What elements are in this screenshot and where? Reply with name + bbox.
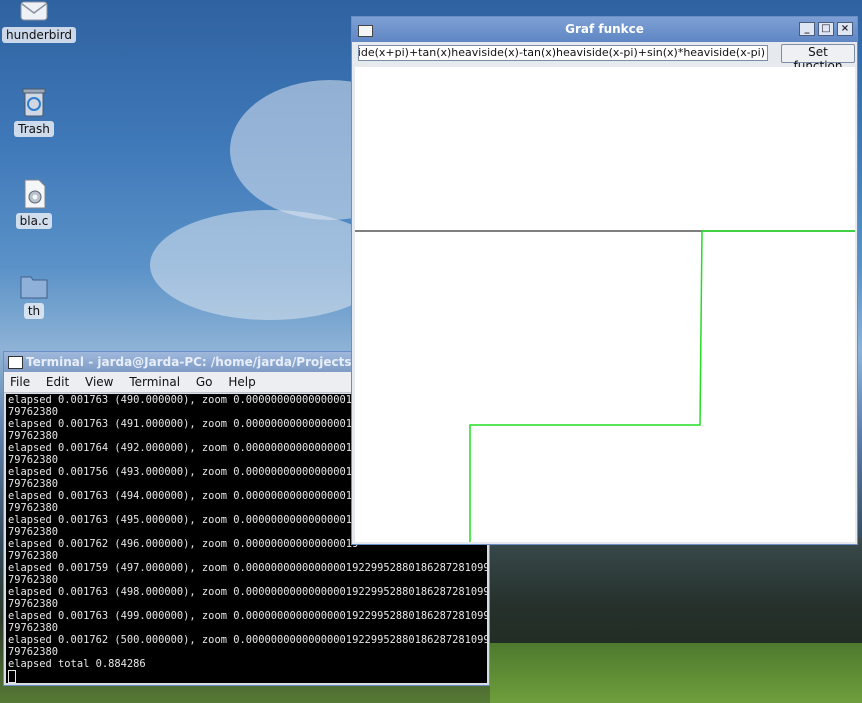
desktop-icon-trash[interactable]: Trash xyxy=(2,86,66,137)
desktop-icon-label: bla.c xyxy=(15,213,53,229)
maximize-icon[interactable]: □ xyxy=(818,22,834,36)
terminal-prompt[interactable] xyxy=(8,670,485,683)
terminal-line: elapsed 0.001759 (497.000000), zoom 0.00… xyxy=(8,562,487,574)
desktop-icon-label: th xyxy=(23,303,45,319)
menu-go[interactable]: Go xyxy=(190,372,219,392)
menu-help[interactable]: Help xyxy=(222,372,261,392)
desktop-icon-thunderbird[interactable]: hunderbird xyxy=(2,0,77,43)
graph-window[interactable]: Graf funkce _ □ × side(x+pi)+tan(x)heavi… xyxy=(351,16,858,545)
minimize-icon[interactable]: _ xyxy=(799,22,815,36)
terminal-window-icon xyxy=(8,356,23,369)
trash-icon xyxy=(22,88,46,117)
function-toolbar: side(x+pi)+tan(x)heaviside(x)-tan(x)heav… xyxy=(354,43,855,73)
graph-titlebar[interactable]: Graf funkce _ □ × xyxy=(352,17,857,42)
folder-icon xyxy=(20,276,48,299)
terminal-line: 79762380 xyxy=(8,574,59,586)
close-icon[interactable]: × xyxy=(837,22,853,36)
terminal-line: elapsed 0.001763 (499.000000), zoom 0.00… xyxy=(8,610,487,622)
terminal-title: Terminal - jarda@Jarda-PC: /home/jarda/P… xyxy=(26,355,372,369)
terminal-line: elapsed total 0.884286 xyxy=(8,658,146,670)
menu-file[interactable]: File xyxy=(4,372,36,392)
desktop-icon-bla-c[interactable]: bla.c xyxy=(2,178,66,229)
terminal-line: 79762380 xyxy=(8,550,59,562)
c-file-icon xyxy=(24,179,46,209)
plot-canvas[interactable] xyxy=(355,67,855,542)
menu-view[interactable]: View xyxy=(79,372,119,392)
grass-background xyxy=(490,643,862,703)
terminal-line: 79762380 xyxy=(8,646,59,658)
terminal-line: 79762380 xyxy=(8,598,59,610)
menu-terminal[interactable]: Terminal xyxy=(123,372,186,392)
function-curve xyxy=(469,230,855,542)
graph-window-title: Graf funkce xyxy=(565,22,644,36)
forest-background xyxy=(490,538,862,648)
window-menu-icon[interactable] xyxy=(358,25,373,37)
terminal-line: elapsed 0.001763 (498.000000), zoom 0.00… xyxy=(8,586,487,598)
menu-edit[interactable]: Edit xyxy=(40,372,75,392)
function-input[interactable]: side(x+pi)+tan(x)heaviside(x)-tan(x)heav… xyxy=(358,45,768,61)
text-cursor xyxy=(8,670,16,683)
set-function-button[interactable]: Set function xyxy=(781,44,855,73)
terminal-line: 79762380 xyxy=(8,622,59,634)
desktop-icon-th[interactable]: th xyxy=(2,272,66,319)
desktop-icon-label: Trash xyxy=(14,121,54,137)
mail-icon xyxy=(20,1,48,21)
terminal-line: elapsed 0.001762 (500.000000), zoom 0.00… xyxy=(8,634,487,646)
desktop-icon-label: hunderbird xyxy=(2,27,77,43)
